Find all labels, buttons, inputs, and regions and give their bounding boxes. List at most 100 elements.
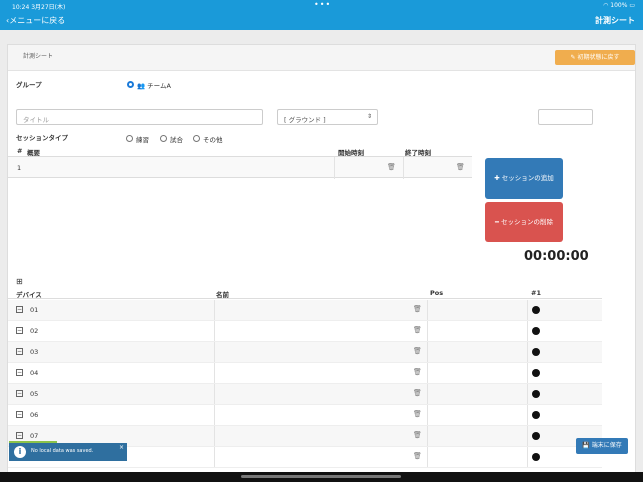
device-id: 03	[30, 348, 39, 356]
collapse-icon[interactable]: −	[16, 327, 23, 334]
device-pos-cell[interactable]	[428, 300, 528, 320]
collapse-icon[interactable]: −	[16, 306, 23, 313]
status-dot	[532, 369, 540, 377]
status-dot	[532, 306, 540, 314]
trash-icon[interactable]: 🗑	[413, 347, 422, 355]
plus-icon: ✚	[494, 174, 500, 182]
match-radio[interactable]	[160, 135, 167, 142]
cell-divider	[403, 157, 404, 179]
device-row[interactable]: − 05 🗑	[8, 384, 602, 405]
device-pos-cell[interactable]	[428, 363, 528, 383]
nav-bar: ‹メニューに戻る 計測シート	[0, 12, 643, 30]
device-row[interactable]: − 03 🗑	[8, 342, 602, 363]
cell-divider	[334, 157, 335, 179]
pencil-icon: ✎	[570, 54, 576, 61]
device-col-1: #1	[531, 289, 541, 297]
device-pos-cell[interactable]	[428, 321, 528, 341]
collapse-icon[interactable]: −	[16, 411, 23, 418]
device-id: 07	[30, 432, 39, 440]
home-indicator[interactable]	[241, 475, 401, 478]
device-name-cell[interactable]	[214, 321, 428, 341]
group-label: グループ	[16, 81, 42, 89]
collapse-icon[interactable]: −	[16, 432, 23, 439]
device-row[interactable]: − 04 🗑	[8, 363, 602, 384]
device-id: 02	[30, 327, 39, 335]
trash-icon[interactable]: 🗑	[413, 431, 422, 439]
session-row[interactable]: 1 🗑 🗑	[8, 156, 472, 179]
collapse-icon[interactable]: −	[16, 369, 23, 376]
back-button[interactable]: ‹メニューに戻る	[6, 15, 65, 26]
multitask-dots[interactable]: •••	[314, 0, 331, 9]
status-dot	[532, 348, 540, 356]
save-icon: 💾	[582, 442, 590, 449]
device-header-divider	[8, 298, 602, 299]
status-dot	[532, 411, 540, 419]
practice-radio[interactable]	[126, 135, 133, 142]
device-id: 04	[30, 369, 39, 377]
match-label[interactable]: 試合	[170, 134, 183, 144]
collapse-icon[interactable]: −	[16, 348, 23, 355]
device-pos-cell[interactable]	[428, 447, 528, 467]
status-dot	[532, 390, 540, 398]
wifi-icon: ◠	[603, 2, 609, 9]
device-col-pos: Pos	[430, 289, 444, 297]
team-radio[interactable]	[127, 81, 134, 88]
trash-icon[interactable]: 🗑	[413, 305, 422, 313]
trash-icon[interactable]: 🗑	[413, 368, 422, 376]
battery-icon: ▭	[629, 2, 635, 9]
save-to-device-button[interactable]: 💾 端末に保存	[576, 438, 628, 454]
timer-display: 00:00:00	[524, 249, 589, 264]
close-icon[interactable]: ×	[119, 444, 124, 451]
status-battery-text: 100%	[610, 2, 628, 9]
device-name-cell[interactable]	[214, 363, 428, 383]
device-id: 06	[30, 411, 39, 419]
team-option[interactable]: 👥 チームA	[137, 80, 171, 90]
toast-message: No local data was saved.	[31, 448, 94, 454]
device-name-cell[interactable]	[214, 384, 428, 404]
status-time: 10:24 3月27日(木)	[12, 4, 66, 11]
session-row-num: 1	[17, 164, 22, 172]
title-input[interactable]: タイトル	[16, 109, 263, 125]
device-name-cell[interactable]	[214, 447, 428, 467]
minus-icon: ━	[495, 218, 499, 226]
delete-session-button[interactable]: ━ セッションの削除	[485, 202, 563, 242]
device-row[interactable]: − 01 🗑	[8, 300, 602, 321]
nav-title: 計測シート	[595, 16, 635, 25]
device-id: 01	[30, 306, 39, 314]
device-pos-cell[interactable]	[428, 426, 528, 446]
collapse-icon[interactable]: −	[16, 390, 23, 397]
device-id: 05	[30, 390, 39, 398]
device-row[interactable]: − 06 🗑	[8, 405, 602, 426]
card-header: 計測シート ✎ 初期状態に戻す	[8, 45, 635, 71]
device-row[interactable]: − 02 🗑	[8, 321, 602, 342]
status-bar: 10:24 3月27日(木) ••• ◠ 100% ▭	[0, 0, 643, 12]
trash-icon[interactable]: 🗑	[413, 389, 422, 397]
trash-icon[interactable]: 🗑	[413, 326, 422, 334]
device-pos-cell[interactable]	[428, 405, 528, 425]
end-trash-icon[interactable]: 🗑	[456, 163, 465, 171]
practice-label[interactable]: 練習	[136, 134, 149, 144]
add-session-button[interactable]: ✚ セッションの追加	[485, 158, 563, 199]
ground-select[interactable]: [ グラウンド ] ⇕	[277, 109, 378, 125]
trash-icon[interactable]: 🗑	[413, 410, 422, 418]
device-pos-cell[interactable]	[428, 342, 528, 362]
other-radio[interactable]	[193, 135, 200, 142]
status-right: ◠ 100% ▭	[603, 2, 635, 9]
reset-button[interactable]: ✎ 初期状態に戻す	[555, 50, 635, 65]
session-type-label: セッションタイプ	[16, 134, 68, 142]
start-trash-icon[interactable]: 🗑	[387, 163, 396, 171]
device-pos-cell[interactable]	[428, 384, 528, 404]
device-name-cell[interactable]	[214, 405, 428, 425]
status-dot	[532, 432, 540, 440]
device-name-cell[interactable]	[214, 300, 428, 320]
info-icon: i	[14, 446, 26, 458]
device-name-cell[interactable]	[214, 342, 428, 362]
status-dot	[532, 327, 540, 335]
device-name-cell[interactable]	[214, 426, 428, 446]
expand-all-icon[interactable]: ⊞	[16, 277, 23, 286]
users-icon: 👥	[137, 82, 146, 90]
toast-progress	[9, 441, 57, 443]
extra-input[interactable]	[538, 109, 593, 125]
trash-icon[interactable]: 🗑	[413, 452, 422, 460]
other-label[interactable]: その他	[203, 134, 223, 144]
